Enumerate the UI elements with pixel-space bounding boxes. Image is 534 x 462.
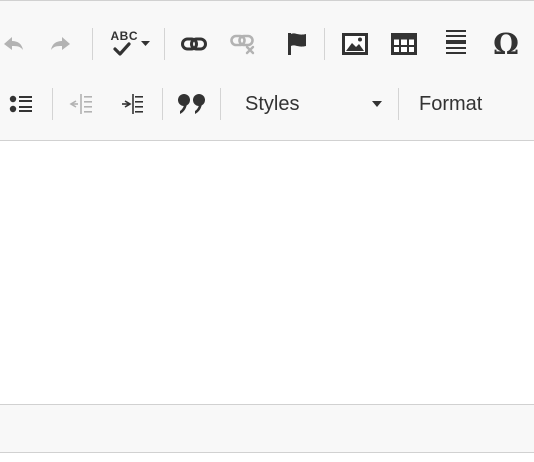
broken-link-icon (230, 33, 258, 55)
undo-button[interactable] (0, 24, 26, 64)
unlink-button[interactable] (226, 24, 262, 64)
toolbar-separator (52, 88, 53, 120)
toolbar-separator (398, 88, 399, 120)
bulleted-list-icon (9, 94, 33, 114)
blockquote-button[interactable] (172, 84, 212, 124)
caret-down-icon (140, 41, 150, 47)
rich-text-editor: ABC Ω Styles Format (0, 0, 534, 462)
image-icon (342, 33, 368, 55)
editor-status-bar (0, 404, 534, 453)
spellcheck-icon: ABC (107, 28, 138, 60)
toolbar-separator (92, 28, 93, 60)
toolbar-row-2: Styles Format (0, 84, 534, 124)
format-dropdown[interactable]: Format (406, 84, 534, 124)
styles-dropdown[interactable]: Styles (232, 84, 388, 124)
toolbar-separator (162, 88, 163, 120)
special-character-button[interactable]: Ω (486, 24, 526, 64)
format-dropdown-label: Format (419, 92, 483, 115)
link-button[interactable] (176, 24, 212, 64)
horizontal-rule-button[interactable] (438, 24, 474, 64)
bulleted-list-button[interactable] (4, 84, 38, 124)
indent-button[interactable] (114, 84, 150, 124)
caret-down-icon (372, 101, 382, 107)
table-grid-icon (391, 33, 417, 55)
outdent-button[interactable] (64, 84, 98, 124)
editor-content-area[interactable] (0, 141, 534, 404)
toolbar-separator (324, 28, 325, 60)
toolbar-row-1: ABC Ω (0, 24, 534, 64)
spellcheck-abc-text: ABC (110, 29, 138, 43)
omega-icon: Ω (493, 26, 519, 61)
toolbar-separator (220, 88, 221, 120)
anchor-button[interactable] (280, 24, 314, 64)
quote-icon (177, 93, 207, 115)
spellcheck-button[interactable]: ABC (102, 24, 154, 64)
checkmark-icon (112, 42, 131, 56)
table-button[interactable] (384, 24, 424, 64)
undo-arrow-icon (2, 35, 24, 53)
redo-button[interactable] (44, 24, 78, 64)
image-button[interactable] (336, 24, 374, 64)
chain-link-icon (181, 36, 207, 52)
flag-icon (286, 32, 308, 56)
toolbar-separator (164, 28, 165, 60)
outdent-icon (69, 93, 93, 115)
horizontal-lines-icon (445, 28, 467, 60)
editor-toolbar: ABC Ω Styles Format (0, 0, 534, 141)
styles-dropdown-label: Styles (245, 92, 300, 115)
redo-arrow-icon (50, 35, 72, 53)
indent-icon (120, 93, 144, 115)
